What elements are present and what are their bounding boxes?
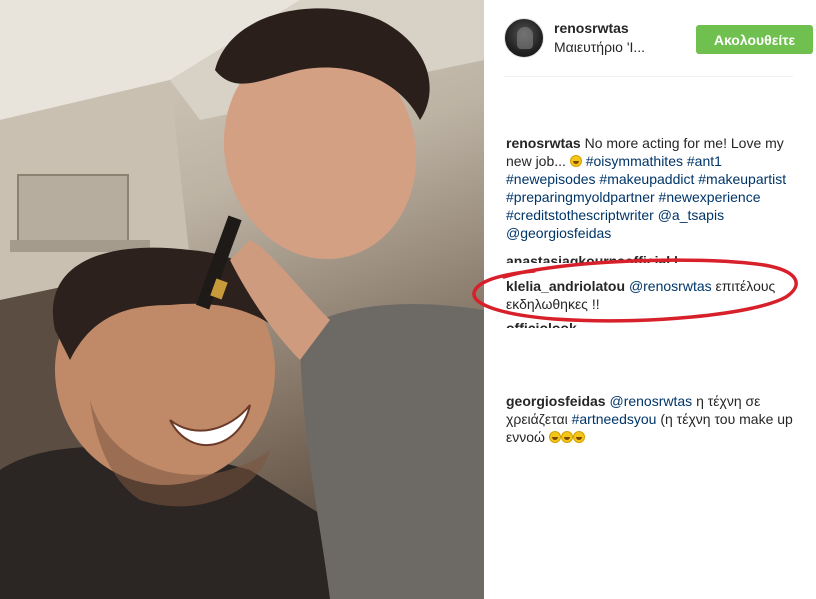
post-username[interactable]: renosrwtas: [554, 20, 629, 36]
hashtag-link[interactable]: #creditstothescriptwriter: [506, 207, 654, 223]
hashtag-link[interactable]: #artneedsyou: [572, 411, 657, 427]
post-photo: [0, 0, 484, 599]
hashtag-link[interactable]: #preparingmyoldpartner: [506, 189, 655, 205]
grinning-face-emoji-icon: [569, 155, 582, 167]
caption-comment: renosrwtas No more acting for me! Love m…: [506, 134, 798, 242]
partial-comment-row: [506, 376, 796, 382]
highlight-ellipse: [472, 258, 798, 323]
hashtag-link[interactable]: #makeupartist: [698, 171, 786, 187]
post-header: renosrwtas Μαιευτήριο 'Ι... Ακολουθείτε: [504, 18, 813, 64]
hashtag-link[interactable]: #oisymmathites: [586, 153, 683, 169]
mention-link[interactable]: @georgiosfeidas: [506, 225, 611, 241]
grinning-face-emoji-icon: [572, 431, 585, 443]
comment-georgios: georgiosfeidas @renosrwtas η τέχνη σε χρ…: [506, 392, 796, 446]
hashtag-link[interactable]: #makeupaddict: [599, 171, 694, 187]
hashtag-link[interactable]: #newexperience: [659, 189, 761, 205]
hashtag-link[interactable]: #newepisodes: [506, 171, 596, 187]
comment-username[interactable]: georgiosfeidas: [506, 393, 606, 409]
caption-username[interactable]: renosrwtas: [506, 135, 581, 151]
hashtag-link[interactable]: #ant1: [687, 153, 722, 169]
header-divider: [504, 76, 793, 77]
comments-list: renosrwtas No more acting for me! Love m…: [506, 134, 798, 242]
photo-illustration: [0, 0, 484, 599]
grinning-face-emoji-icon: [560, 431, 573, 443]
mention-link[interactable]: @a_tsapis: [658, 207, 724, 223]
grinning-face-emoji-icon: [548, 431, 561, 443]
following-button[interactable]: Ακολουθείτε: [696, 25, 813, 54]
mention-link[interactable]: @renosrwtas: [609, 393, 692, 409]
profile-avatar-icon[interactable]: [504, 18, 544, 58]
post-location[interactable]: Μαιευτήριο 'Ι...: [554, 39, 645, 55]
